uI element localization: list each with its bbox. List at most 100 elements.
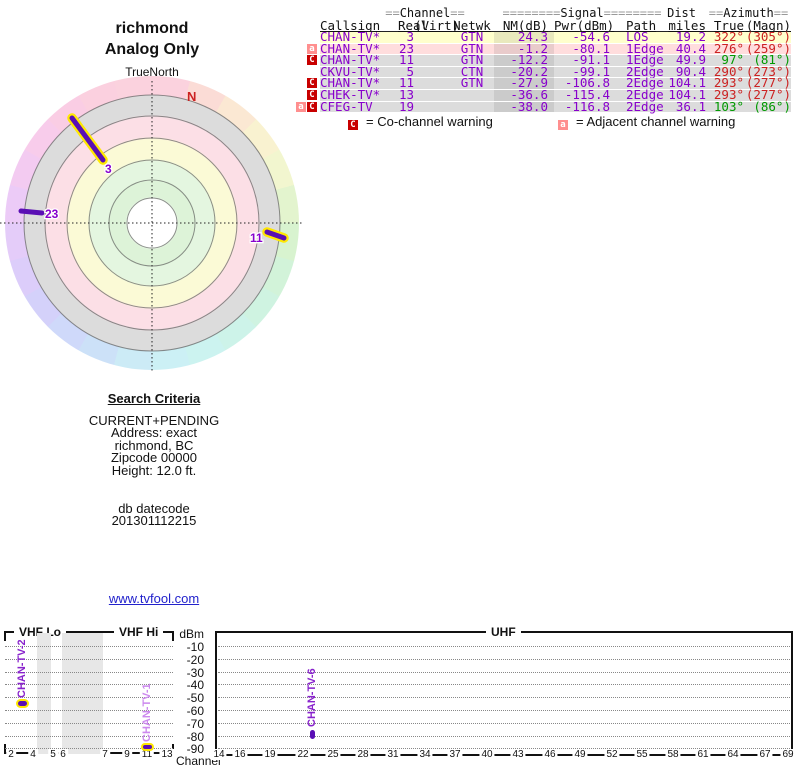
signal-group-header: ========Signal========	[502, 6, 662, 20]
dbm-tick-label: -20	[186, 653, 204, 667]
signal-table: ==Channel== ========Signal======== Dist …	[296, 6, 791, 114]
row-warning-icons: C	[307, 55, 317, 66]
signal-marker-callsign: CHAN-TV-2	[16, 639, 28, 698]
warning-legend: C = Co-channel warning a = Adjacent channe…	[320, 113, 800, 130]
signal-power-chart: VHF Lo VHF Hi UHF dBm Channel -10 -20 -30-…	[0, 615, 800, 768]
col-header-virt: (Virt)	[414, 18, 460, 33]
signal-marker-callsign: CHAN-TV-6	[306, 668, 318, 727]
co-channel-warning-icon: C	[307, 55, 317, 66]
gridline	[218, 697, 790, 698]
gridline	[218, 736, 790, 737]
search-criteria-heading: Search Criteria	[107, 391, 201, 406]
search-criteria-line: 201301112215	[111, 513, 197, 529]
adjacent-channel-warning-icon: a	[296, 101, 306, 112]
row-warning-icons: a	[307, 43, 317, 54]
cell-virt-channel	[414, 44, 450, 55]
channel-tick-label: 55	[634, 749, 650, 760]
row-warning-icons: aC	[296, 101, 317, 112]
co-channel-legend-text: = Co-channel warning	[366, 114, 493, 129]
row-warning-icons: C	[307, 89, 317, 100]
uhf-label: UHF	[486, 625, 521, 639]
channel-tick-label: 5	[48, 749, 58, 760]
channel-group-header: ==Channel==	[385, 6, 465, 20]
cell-azimuth-true: 103°	[713, 98, 744, 114]
signal-marker	[309, 729, 315, 739]
gridline	[5, 659, 173, 660]
search-criteria-lines: CURRENT+PENDING Address: exact richmond, B…	[0, 414, 308, 529]
channel-tick-label: 31	[385, 749, 401, 760]
channel-tick-label: 2	[6, 749, 16, 760]
cell-network	[450, 102, 494, 113]
dbm-tick-label: -40	[186, 678, 204, 692]
signal-marker	[17, 700, 27, 706]
station-marker	[69, 115, 106, 163]
dbm-tick-label: -60	[186, 704, 204, 718]
azimuth-radar-plot: N 3 23 11	[0, 76, 304, 376]
channel-tick-label: 11	[139, 749, 155, 760]
adjacent-channel-warning-icon: a	[558, 120, 568, 130]
channel-tick-label: 19	[262, 749, 278, 760]
adjacent-channel-warning-icon: a	[307, 43, 317, 54]
gridline	[218, 723, 790, 724]
dbm-tick-label: -10	[186, 640, 204, 654]
channel-tick-label: 6	[58, 749, 68, 760]
tvfool-link[interactable]: www.tvfool.com	[109, 591, 199, 606]
co-channel-legend: C = Co-channel warning	[348, 114, 493, 130]
cell-virt-channel	[414, 32, 450, 43]
adjacent-channel-legend-text: = Adjacent channel warning	[576, 114, 736, 129]
cell-power: -116.8	[564, 98, 610, 114]
cell-virt-channel	[414, 78, 450, 89]
table-row: a CHAN-TV* 23 GTN -1.2 -80.1 1Edge 40.4 276° (259…	[307, 42, 791, 56]
cell-virt-channel	[414, 67, 450, 78]
co-channel-warning-icon: C	[307, 78, 317, 89]
channel-tick-label: 4	[28, 749, 38, 760]
cell-virt-channel	[414, 90, 450, 101]
uhf-panel-border	[215, 631, 793, 756]
cell-virt-channel	[414, 55, 450, 66]
channel-tick-label: 49	[572, 749, 588, 760]
dbm-tick-label: -50	[186, 691, 204, 705]
channel-tick-label: 43	[510, 749, 526, 760]
channel-tick-label: 61	[695, 749, 711, 760]
north-marker-label: N	[187, 89, 196, 104]
website-link-row: www.tvfool.com	[0, 591, 308, 606]
gridline	[5, 646, 173, 647]
gridline	[218, 659, 790, 660]
gridline	[218, 710, 790, 711]
cell-callsign: CFEG-TV	[320, 98, 373, 114]
co-channel-warning-icon: C	[307, 101, 317, 112]
channel-tick-label: 34	[417, 749, 433, 760]
cell-real-channel: 19	[398, 98, 414, 114]
adjacent-channel-legend: a = Adjacent channel warning	[558, 114, 735, 130]
cell-azimuth-magnetic: (86°)	[753, 98, 791, 114]
channel-tick-label: 69	[780, 749, 796, 760]
station-marker-label: 3	[105, 162, 112, 176]
table-row: a C CFEG-TV 19 -38.0 -116.8 2Edge 36.1 103° (86°)	[296, 98, 791, 114]
vhf-corner-stub	[4, 631, 6, 641]
gridline	[5, 672, 173, 673]
search-criteria: Search Criteria CURRENT+PENDING Address: …	[0, 391, 308, 528]
channel-tick-label: 52	[604, 749, 620, 760]
channel-tick-label: 64	[725, 749, 741, 760]
channel-tick-label: 58	[665, 749, 681, 760]
station-marker	[18, 208, 45, 216]
channel-tick-label: 28	[355, 749, 371, 760]
table-body: CHAN-TV* 3 GTN 24.3 -54.6 LOS 19.2 322° (305°) a C…	[296, 30, 791, 114]
tvfool-report: richmond Analog Only TrueNorth N 3 23 11 =…	[0, 0, 800, 768]
cell-distance: 36.1	[675, 98, 706, 114]
report-mode-label: Analog Only	[104, 41, 200, 58]
dist-group-header: Dist	[667, 6, 696, 20]
azimuth-group-header: ==Azimuth==	[708, 6, 789, 20]
gridline	[218, 672, 790, 673]
station-marker-label: 11	[250, 231, 263, 245]
search-criteria-line: Height: 12.0 ft.	[111, 462, 197, 478]
signal-marker	[142, 745, 152, 749]
page-title: richmond	[115, 20, 189, 37]
dbm-tick-label: -70	[186, 717, 204, 731]
channel-tick-label: 40	[479, 749, 495, 760]
channel-tick-label: 16	[232, 749, 248, 760]
channel-tick-label: 46	[542, 749, 558, 760]
cell-virt-channel	[414, 102, 450, 113]
channel-tick-label: 37	[447, 749, 463, 760]
channel-tick-label: 9	[122, 749, 132, 760]
